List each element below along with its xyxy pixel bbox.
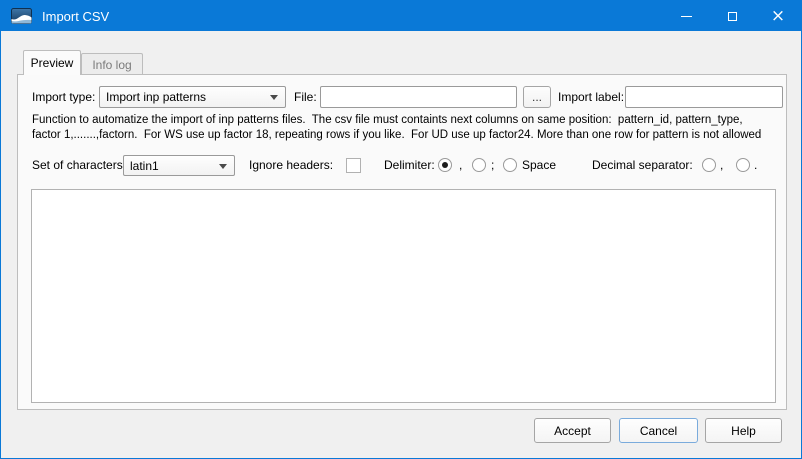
decimal-period-label: . [754, 154, 757, 176]
accept-button[interactable]: Accept [534, 418, 611, 443]
chevron-down-icon [219, 164, 227, 169]
decimal-period-radio[interactable] [736, 158, 750, 172]
import-label-input[interactable] [625, 86, 783, 108]
ignore-headers-label: Ignore headers: [249, 154, 333, 176]
chevron-down-icon [270, 95, 278, 100]
file-input[interactable] [320, 86, 517, 108]
charset-combobox[interactable]: latin1 [123, 155, 235, 176]
tab-preview[interactable]: Preview [23, 50, 81, 75]
window-title: Import CSV [42, 9, 109, 24]
tab-info-log-label: Info log [92, 58, 131, 72]
maximize-icon [728, 12, 737, 21]
decimal-comma-label: , [720, 154, 723, 176]
browse-file-button[interactable]: ... [523, 86, 551, 108]
minimize-button[interactable] [663, 1, 709, 31]
titlebar[interactable]: Import CSV × [1, 1, 801, 31]
minimize-icon [681, 16, 692, 17]
csv-preview-table[interactable] [31, 189, 776, 403]
delimiter-comma-label: , [459, 154, 462, 176]
decimal-comma-radio[interactable] [702, 158, 716, 172]
function-description-text: Function to automatize the import of inp… [32, 113, 782, 143]
maximize-button[interactable] [709, 1, 755, 31]
delimiter-label: Delimiter: [384, 154, 435, 176]
delimiter-semicolon-radio[interactable] [472, 158, 486, 172]
close-button[interactable]: × [755, 1, 801, 31]
delimiter-comma-radio[interactable] [438, 158, 452, 172]
decimal-separator-label: Decimal separator: [592, 154, 693, 176]
import-label-label: Import label: [558, 86, 624, 108]
app-logo-icon [11, 8, 32, 24]
help-button[interactable]: Help [705, 418, 782, 443]
tab-info-log[interactable]: Info log [81, 53, 143, 75]
import-csv-dialog: Import CSV × Preview Info log Import typ… [0, 0, 802, 459]
window-controls: × [663, 1, 801, 31]
import-type-combobox[interactable]: Import inp patterns [99, 86, 286, 108]
close-icon: × [771, 8, 785, 25]
ignore-headers-checkbox[interactable] [346, 158, 361, 173]
charset-selected-value: latin1 [130, 159, 159, 173]
delimiter-space-radio[interactable] [503, 158, 517, 172]
tab-preview-label: Preview [31, 56, 74, 70]
import-type-label: Import type: [32, 86, 95, 108]
file-label: File: [294, 86, 317, 108]
set-of-characters-label: Set of characters: [32, 154, 126, 176]
delimiter-semicolon-label: ; [491, 154, 494, 176]
import-type-selected-value: Import inp patterns [106, 90, 206, 104]
delimiter-space-label: Space [522, 154, 556, 176]
cancel-button[interactable]: Cancel [619, 418, 698, 443]
preview-tab-pane: Import type: Import inp patterns File: .… [17, 74, 787, 410]
